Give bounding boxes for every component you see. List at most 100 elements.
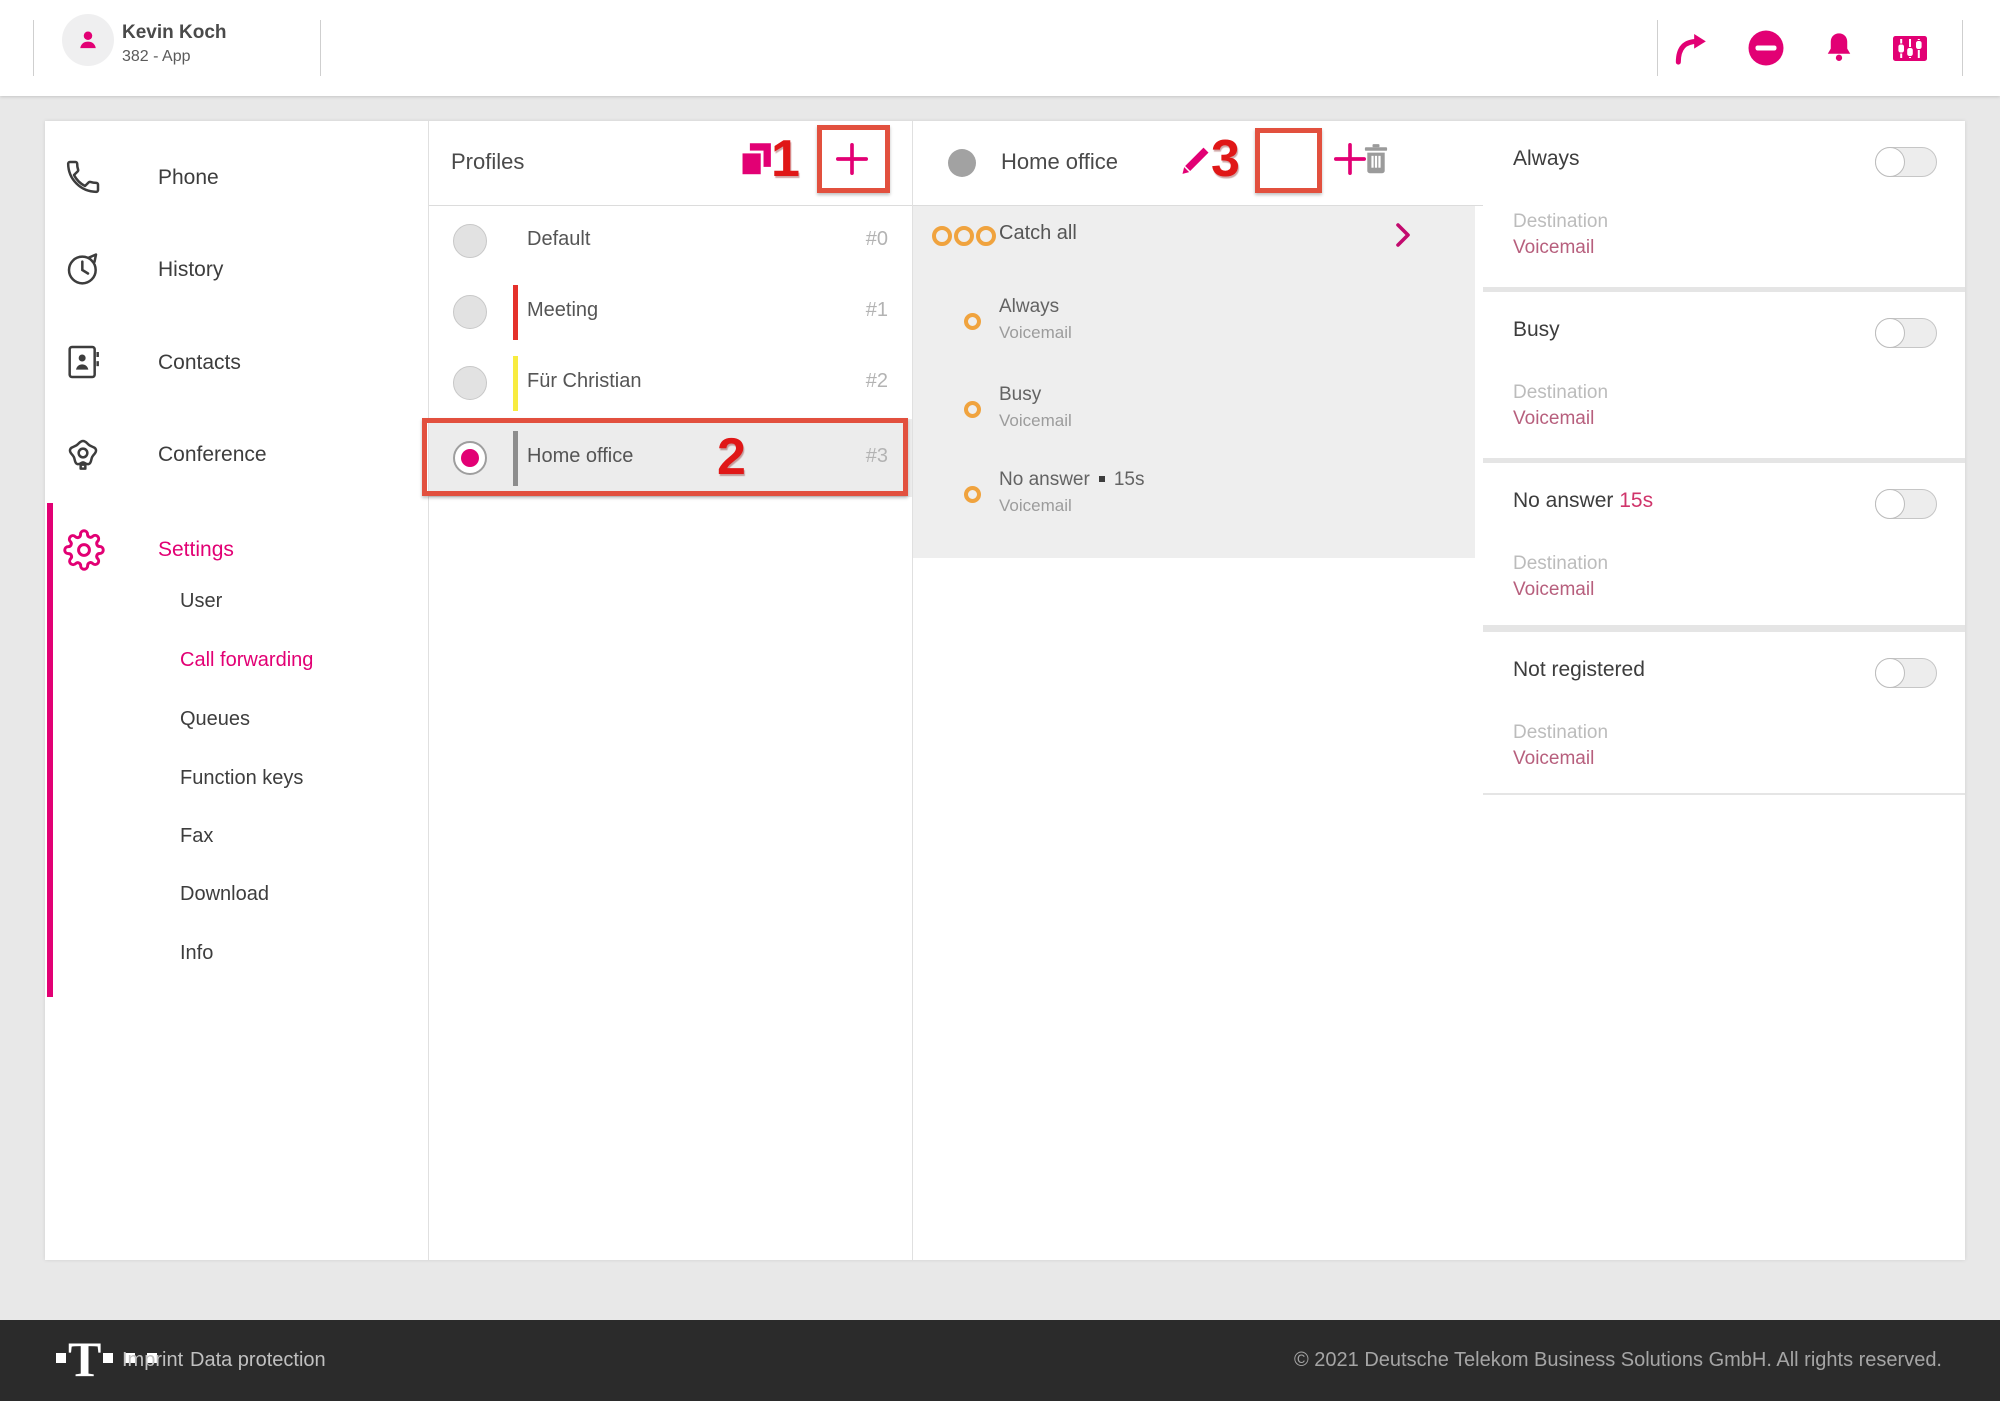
profiles-title: Profiles <box>451 149 524 175</box>
topbar-divider <box>1962 20 1963 76</box>
sidebar-subitem-user[interactable]: User <box>180 590 222 613</box>
user-name: Kevin Koch <box>122 22 227 44</box>
card-busy: Busy Destination Voicemail <box>1483 292 1965 458</box>
ring-icon <box>963 485 982 504</box>
sidebar-item-settings[interactable]: Settings <box>45 529 428 585</box>
not-registered-toggle[interactable] <box>1875 658 1937 688</box>
footer-copyright: © 2021 Deutsche Telekom Business Solutio… <box>1294 1349 1942 1372</box>
sidebar-subitem-info[interactable]: Info <box>180 942 213 965</box>
main-panel: Phone History <box>45 121 1965 1260</box>
forwarding-rules-panel: Catch all Always Voicemail Busy <box>913 206 1475 558</box>
destination-label: Destination <box>1513 722 1608 744</box>
profile-color-bar <box>513 356 518 411</box>
sidebar-item-label: Conference <box>158 443 267 467</box>
sidebar-item-phone[interactable]: Phone <box>45 157 428 213</box>
footer: T Imprint Data protection © 2021 Deutsch… <box>0 1320 2000 1401</box>
annotation-box-step3 <box>1255 128 1322 193</box>
rule-label: Always <box>999 296 1059 318</box>
rule-label: No answer15s <box>999 469 1144 491</box>
bullet-square <box>1099 476 1105 482</box>
profiles-column: Profiles Default #0 Meeting <box>429 121 912 1260</box>
profile-color-bar <box>513 285 518 340</box>
card-title: Always <box>1513 147 1580 171</box>
card-divider <box>1483 793 1965 795</box>
toggle-knob <box>1875 658 1905 688</box>
profile-radio[interactable] <box>453 366 487 400</box>
toggle-knob <box>1875 489 1905 519</box>
rule-label: Catch all <box>999 222 1077 245</box>
chevron-right-icon[interactable] <box>1389 220 1417 250</box>
rule-destination: Voicemail <box>999 411 1072 431</box>
busy-toggle[interactable] <box>1875 318 1937 348</box>
avatar[interactable] <box>62 14 114 66</box>
audio-settings-icon[interactable] <box>1888 26 1932 70</box>
sidebar-subitem-queues[interactable]: Queues <box>180 708 250 731</box>
ring-icon <box>963 400 982 419</box>
rule-destination: Voicemail <box>999 496 1072 516</box>
no-answer-toggle[interactable] <box>1875 489 1937 519</box>
call-forward-icon[interactable] <box>1668 26 1712 70</box>
annotation-number-2: 2 <box>717 427 746 487</box>
sidebar-item-history[interactable]: History <box>45 249 428 305</box>
profile-row-fuer-christian[interactable]: Für Christian #2 <box>429 348 912 419</box>
topbar-divider <box>33 20 34 76</box>
sidebar-subitem-fax[interactable]: Fax <box>180 825 213 848</box>
forwarding-cards-column: Always Destination Voicemail Busy Destin… <box>1483 121 1965 1260</box>
sidebar-item-label: History <box>158 258 223 282</box>
notifications-bell-icon[interactable] <box>1817 26 1861 70</box>
destination-value[interactable]: Voicemail <box>1513 237 1594 259</box>
profile-row-meeting[interactable]: Meeting #1 <box>429 277 912 348</box>
profile-detail-column: Home office <box>913 121 1483 1260</box>
ring-icon <box>963 312 982 331</box>
annotation-box-step1 <box>817 125 890 193</box>
destination-label: Destination <box>1513 382 1608 404</box>
card-not-registered: Not registered Destination Voicemail <box>1483 632 1965 793</box>
history-icon <box>63 249 103 289</box>
card-title: No answer 15s <box>1513 489 1653 513</box>
top-bar: Kevin Koch 382 - App <box>0 0 2000 96</box>
profile-number: #2 <box>866 370 888 393</box>
destination-value[interactable]: Voicemail <box>1513 579 1594 601</box>
profile-label: Für Christian <box>527 370 641 393</box>
gear-icon <box>63 529 103 569</box>
card-title: Not registered <box>1513 658 1645 682</box>
conference-icon <box>63 434 103 474</box>
profile-radio[interactable] <box>453 295 487 329</box>
destination-value[interactable]: Voicemail <box>1513 748 1594 770</box>
profile-number: #0 <box>866 228 888 251</box>
sidebar-subitem-download[interactable]: Download <box>180 883 269 906</box>
sidebar-subitem-call-forwarding[interactable]: Call forwarding <box>180 649 313 672</box>
toggle-knob <box>1875 147 1905 177</box>
destination-label: Destination <box>1513 553 1608 575</box>
destination-value[interactable]: Voicemail <box>1513 408 1594 430</box>
sidebar-item-conference[interactable]: Conference <box>45 434 428 490</box>
person-icon <box>73 25 103 55</box>
card-divider <box>1483 625 1965 632</box>
profile-radio[interactable] <box>453 224 487 258</box>
no-answer-delay: 15s <box>1619 489 1653 512</box>
sidebar-subitem-function-keys[interactable]: Function keys <box>180 767 303 790</box>
card-title: Busy <box>1513 318 1560 342</box>
annotation-box-step2 <box>422 418 908 496</box>
do-not-disturb-icon[interactable] <box>1744 26 1788 70</box>
footer-link-data-protection[interactable]: Data protection <box>190 1349 326 1372</box>
card-no-answer: No answer 15s Destination Voicemail <box>1483 463 1965 625</box>
rule-label: Busy <box>999 384 1041 406</box>
contacts-icon <box>63 342 103 382</box>
topbar-divider <box>1657 20 1658 76</box>
profile-detail-title: Home office <box>1001 149 1118 175</box>
always-toggle[interactable] <box>1875 147 1937 177</box>
phone-icon <box>63 157 103 197</box>
destination-label: Destination <box>1513 211 1608 233</box>
profile-number: #1 <box>866 299 888 322</box>
footer-link-imprint[interactable]: Imprint <box>122 1349 183 1372</box>
rule-destination: Voicemail <box>999 323 1072 343</box>
trash-icon[interactable] <box>1357 140 1395 178</box>
sidebar-item-contacts[interactable]: Contacts <box>45 342 428 398</box>
profile-detail-header: Home office <box>913 121 1483 206</box>
toggle-knob <box>1875 318 1905 348</box>
profile-row-default[interactable]: Default #0 <box>429 206 912 277</box>
three-rings-icon <box>931 222 997 250</box>
sidebar-item-label: Settings <box>158 538 234 562</box>
topbar-divider <box>320 20 321 76</box>
